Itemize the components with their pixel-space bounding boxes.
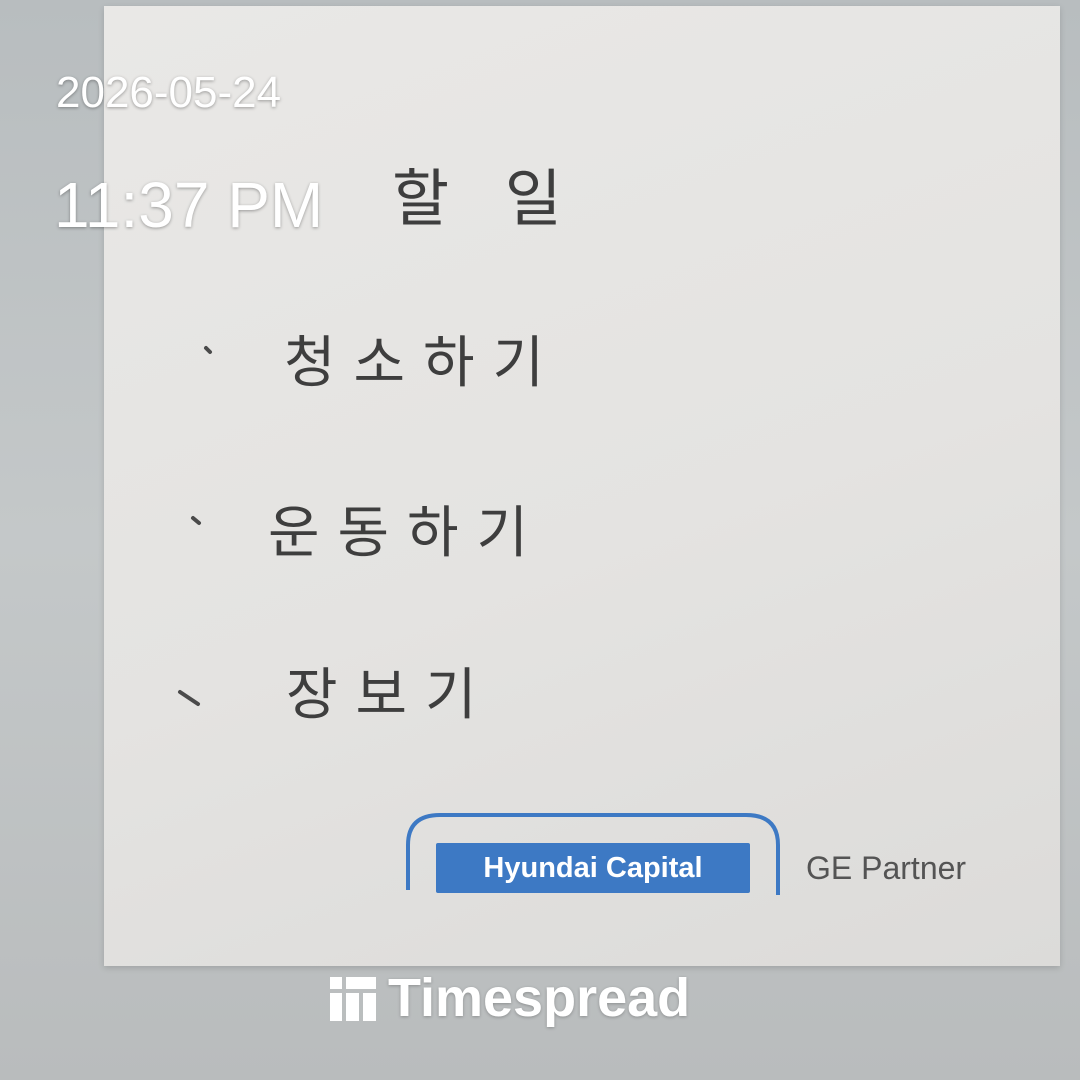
note-item-2: 운동하기 <box>268 501 547 566</box>
note-item-1: 청소하기 <box>284 331 563 396</box>
timespread-logo-icon <box>330 977 376 1021</box>
note-title: 할 일 <box>392 162 580 235</box>
bullet-mark-3 <box>178 690 200 706</box>
brand-logo: Hyundai Capital <box>436 843 750 893</box>
timestamp-date: 2026-05-24 <box>56 68 282 117</box>
note-item-3: 장보기 <box>286 663 495 728</box>
brand-partner-text: GE Partner <box>806 850 967 886</box>
timespread-watermark: Timespread <box>330 968 690 1028</box>
bullet-mark-1 <box>204 346 212 354</box>
timestamp-time: 11:37 PM <box>54 169 324 241</box>
watermark-text: Timespread <box>388 968 691 1028</box>
bullet-mark-2 <box>191 516 201 525</box>
